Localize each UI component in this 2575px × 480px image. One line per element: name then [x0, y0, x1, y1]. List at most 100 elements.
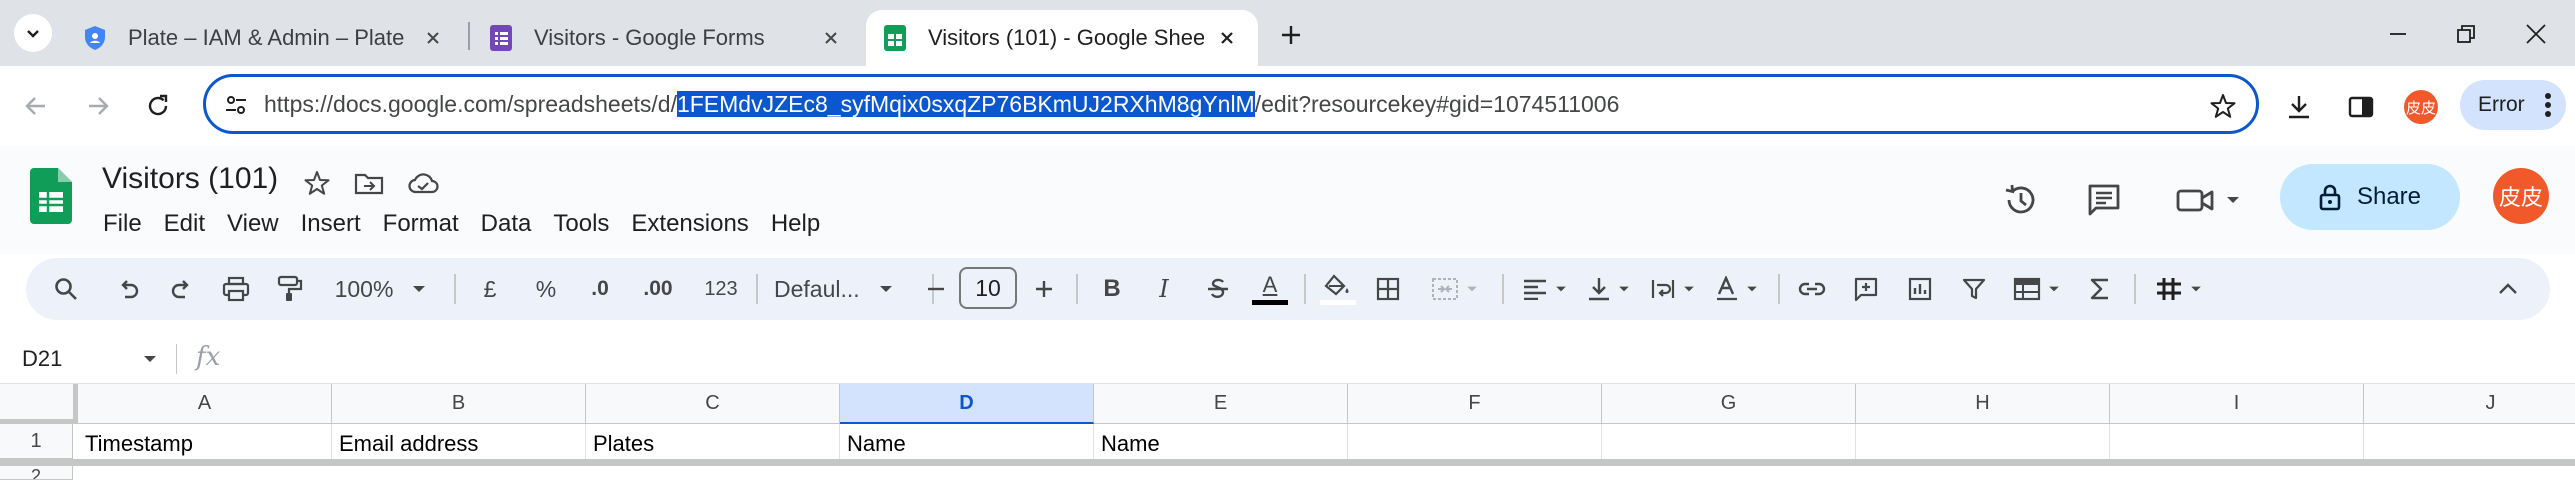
select-all-corner[interactable] [0, 384, 78, 424]
search-menus-button[interactable] [46, 269, 86, 309]
column-header-c[interactable]: C [586, 384, 840, 424]
meet-button[interactable] [2168, 174, 2248, 226]
row-header-2[interactable]: 2 [0, 466, 73, 480]
table-cell[interactable]: Name [1094, 424, 1348, 464]
menu-extensions[interactable]: Extensions [620, 206, 759, 242]
cloud-status-button[interactable] [406, 166, 440, 200]
table-cell[interactable]: Name [840, 424, 1094, 464]
url-text[interactable]: https://docs.google.com/spreadsheets/d/1… [264, 91, 1619, 118]
comments-button[interactable] [2078, 174, 2130, 226]
tab-search-button[interactable] [14, 14, 52, 52]
site-settings-icon[interactable] [220, 89, 252, 121]
column-header-j[interactable]: J [2364, 384, 2575, 424]
close-icon[interactable] [816, 23, 846, 53]
column-header-e[interactable]: E [1094, 384, 1348, 424]
paint-format-button[interactable] [270, 269, 310, 309]
vertical-align-button[interactable] [1578, 269, 1640, 309]
table-cell[interactable] [2110, 424, 2364, 464]
minimize-button[interactable] [2378, 14, 2418, 54]
horizontal-align-button[interactable] [1514, 269, 1576, 309]
account-avatar[interactable]: 皮皮 [2493, 168, 2549, 224]
row-header-1[interactable]: 1 [0, 424, 73, 459]
column-header-b[interactable]: B [332, 384, 586, 424]
browser-tab-sheets[interactable]: Visitors (101) - Google Sheets [866, 10, 1258, 66]
close-icon[interactable] [1212, 23, 1242, 53]
italic-button[interactable]: I [1144, 269, 1184, 309]
back-button[interactable] [14, 84, 58, 128]
table-cell[interactable] [1348, 424, 1602, 464]
menu-help[interactable]: Help [760, 206, 831, 242]
menu-insert[interactable]: Insert [290, 206, 372, 242]
column-header-g[interactable]: G [1602, 384, 1856, 424]
close-window-button[interactable] [2516, 14, 2556, 54]
downloads-button[interactable] [2278, 86, 2320, 128]
document-title[interactable]: Visitors (101) [102, 162, 278, 196]
move-button[interactable] [352, 166, 386, 200]
sheets-logo-icon[interactable] [30, 168, 72, 224]
font-size-input[interactable]: 10 [959, 267, 1017, 309]
functions-button[interactable] [2078, 269, 2122, 309]
address-bar[interactable]: https://docs.google.com/spreadsheets/d/1… [203, 74, 2259, 134]
create-filter-button[interactable] [1952, 269, 1996, 309]
browser-tab-forms[interactable]: Visitors - Google Forms [472, 10, 862, 66]
menu-edit[interactable]: Edit [153, 206, 216, 242]
undo-button[interactable] [108, 269, 148, 309]
table-cell[interactable]: Timestamp [78, 424, 332, 464]
table-cell[interactable]: Plates [586, 424, 840, 464]
borders-button[interactable] [1368, 269, 1408, 309]
column-header-d[interactable]: D [840, 384, 1094, 424]
browser-profile-avatar[interactable]: 皮皮 [2404, 90, 2438, 124]
format-currency-button[interactable]: £ [472, 269, 508, 309]
restore-button[interactable] [2446, 14, 2486, 54]
table-cell[interactable] [1856, 424, 2110, 464]
column-header-f[interactable]: F [1348, 384, 1602, 424]
new-tab-button[interactable] [1270, 14, 1312, 56]
menu-format[interactable]: Format [372, 206, 470, 242]
browser-tab-iam[interactable]: Plate – IAM & Admin – Plate – [66, 10, 464, 66]
menu-file[interactable]: File [92, 206, 153, 242]
profile-error-button[interactable]: Error [2460, 80, 2566, 130]
merge-cells-button[interactable] [1420, 269, 1490, 309]
table-cell[interactable] [2364, 424, 2575, 464]
insert-comment-button[interactable] [1844, 269, 1888, 309]
side-panel-button[interactable] [2340, 86, 2382, 128]
frozen-row-divider[interactable] [0, 459, 2575, 466]
text-rotation-button[interactable] [1706, 269, 1768, 309]
column-header-h[interactable]: H [1856, 384, 2110, 424]
column-header-i[interactable]: I [2110, 384, 2364, 424]
redo-button[interactable] [162, 269, 202, 309]
column-header-a[interactable]: A [78, 384, 332, 424]
freeze-button[interactable] [2146, 269, 2212, 309]
font-family-select[interactable]: Defaul... [774, 269, 924, 309]
table-cell[interactable]: Email address [332, 424, 586, 464]
increase-font-size-button[interactable] [1024, 269, 1064, 309]
fill-color-button[interactable] [1316, 269, 1360, 309]
bold-button[interactable]: B [1092, 269, 1132, 309]
text-color-button[interactable]: A [1248, 269, 1292, 309]
star-button[interactable] [300, 166, 334, 200]
menu-view[interactable]: View [216, 206, 290, 242]
print-button[interactable] [216, 269, 256, 309]
zoom-select[interactable]: 100% [326, 269, 436, 309]
reload-button[interactable] [136, 84, 180, 128]
name-box[interactable]: D21 [22, 346, 62, 372]
share-button[interactable]: Share [2280, 164, 2460, 230]
decrease-font-size-button[interactable] [916, 269, 956, 309]
menu-data[interactable]: Data [470, 206, 543, 242]
insert-chart-button[interactable] [1898, 269, 1942, 309]
decrease-decimal-button[interactable]: .0 [578, 269, 622, 309]
caret-down-icon[interactable] [142, 354, 158, 364]
strikethrough-button[interactable] [1198, 269, 1238, 309]
close-icon[interactable] [418, 23, 448, 53]
formula-input[interactable] [240, 342, 2540, 378]
increase-decimal-button[interactable]: .00 [632, 269, 684, 309]
insert-link-button[interactable] [1790, 269, 1834, 309]
forward-button[interactable] [76, 84, 120, 128]
table-cell[interactable] [1602, 424, 1856, 464]
version-history-button[interactable] [1994, 174, 2046, 226]
filter-views-button[interactable] [2004, 269, 2070, 309]
bookmark-star-icon[interactable] [2206, 89, 2240, 123]
format-percent-button[interactable]: % [526, 269, 566, 309]
hide-menus-button[interactable] [2488, 269, 2528, 309]
menu-tools[interactable]: Tools [542, 206, 620, 242]
